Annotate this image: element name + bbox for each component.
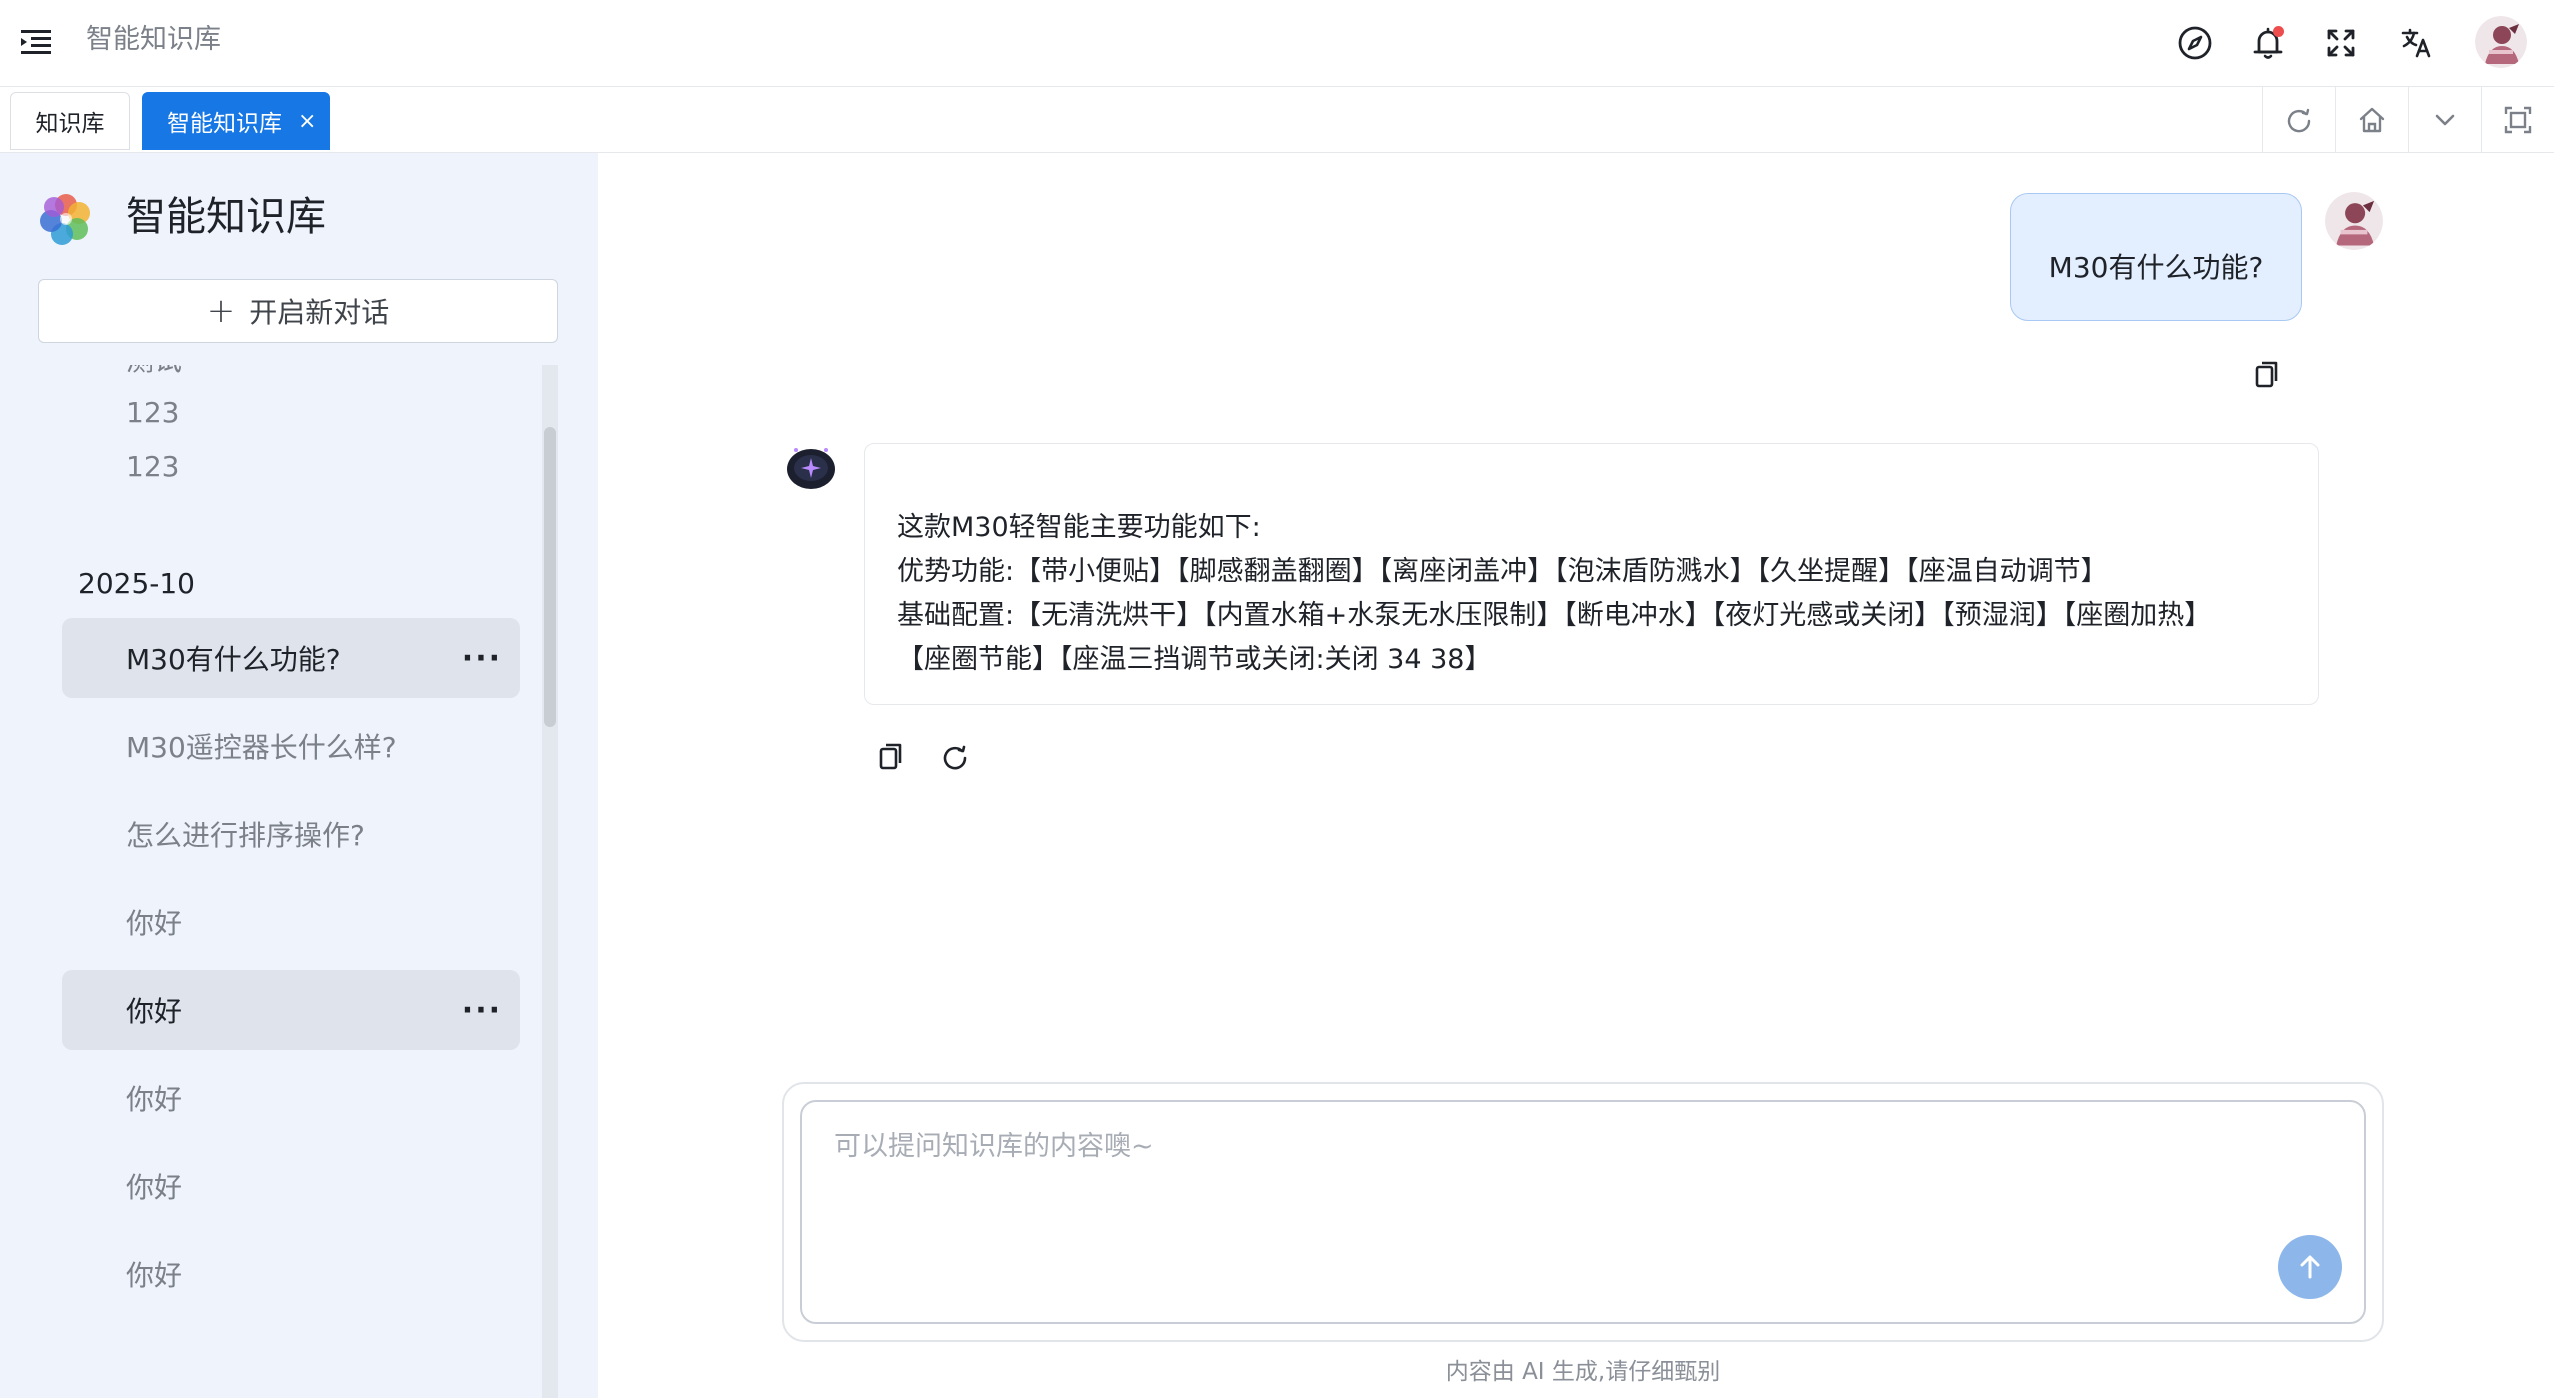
sidebar: 智能知识库 + 开启新对话 测试 123 123 2025-10 M30有什么功… <box>0 153 598 1398</box>
disclaimer-area: 内容由 AI 生成,请仔细甄别 <box>782 0 2384 1398</box>
chevron-down-icon[interactable] <box>2408 87 2481 152</box>
new-chat-label: 开启新对话 <box>249 296 390 329</box>
sidebar-title: 智能知识库 <box>126 194 326 240</box>
history-group-label: 2025-10 <box>78 567 195 600</box>
translate-icon[interactable] <box>2392 18 2442 68</box>
maximize-icon[interactable] <box>2481 87 2554 152</box>
history-item[interactable]: 你好 <box>62 1058 520 1138</box>
history-item[interactable]: 怎么进行排序操作? <box>62 794 520 874</box>
new-chat-button[interactable]: + 开启新对话 <box>38 279 558 343</box>
history-item[interactable]: 123 <box>62 426 520 506</box>
ai-disclaimer: 内容由 AI 生成,请仔细甄别 <box>1445 1359 1721 1385</box>
tab-knowledge-base[interactable]: 知识库 <box>10 92 130 150</box>
more-options-icon[interactable]: ··· <box>462 970 502 1050</box>
history-list: 测试 123 123 2025-10 M30有什么功能? ··· M30遥控器长… <box>0 365 598 1398</box>
tab-smart-knowledge-base[interactable]: 智能知识库 × <box>142 92 330 150</box>
history-item[interactable]: M30遥控器长什么样? <box>62 706 520 786</box>
brand-logo <box>38 191 94 247</box>
user-avatar[interactable] <box>2475 16 2527 68</box>
scrollbar-thumb[interactable] <box>544 427 556 727</box>
history-item[interactable]: 你好 <box>62 882 520 962</box>
history-item-active[interactable]: M30有什么功能? ··· <box>62 618 520 698</box>
history-item[interactable]: 你好 <box>62 1146 520 1226</box>
history-item-hovered[interactable]: 你好 ··· <box>62 970 520 1050</box>
tab-close-icon[interactable]: × <box>298 109 316 134</box>
tab-label: 智能知识库 <box>167 111 282 137</box>
more-options-icon[interactable]: ··· <box>462 618 502 698</box>
breadcrumb: 智能知识库 <box>86 24 221 55</box>
history-item[interactable]: 你好 <box>62 1234 520 1314</box>
tab-label: 知识库 <box>35 111 105 137</box>
plus-icon: + <box>206 291 236 331</box>
menu-toggle-icon[interactable] <box>14 20 58 64</box>
